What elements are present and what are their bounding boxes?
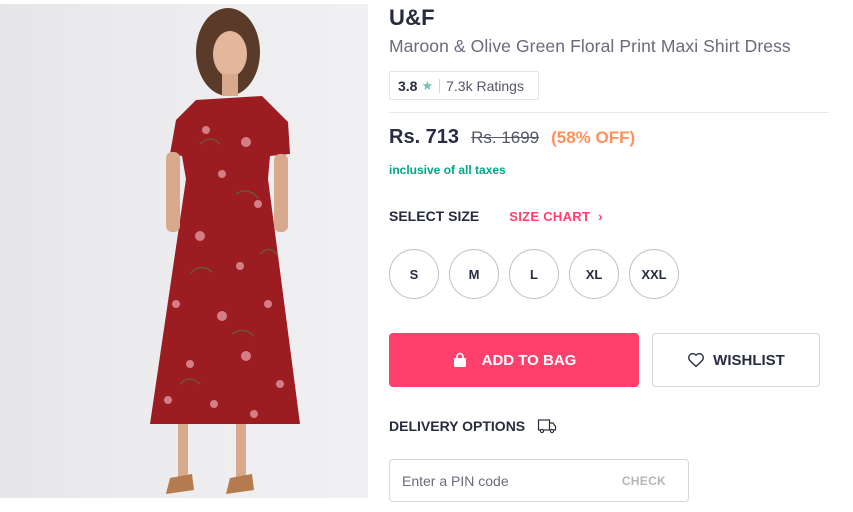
rating-divider xyxy=(439,78,441,93)
delivery-header: DELIVERY OPTIONS xyxy=(389,418,557,434)
size-option-s[interactable]: S xyxy=(389,249,439,299)
size-chart-link[interactable]: SIZE CHART › xyxy=(509,209,603,224)
discount-label: (58% OFF) xyxy=(551,128,636,147)
add-to-bag-button[interactable]: ADD TO BAG xyxy=(389,333,639,387)
check-button[interactable]: CHECK xyxy=(622,474,666,488)
product-photo xyxy=(150,8,300,494)
heart-icon xyxy=(687,352,705,368)
dress xyxy=(150,96,300,424)
delivery-options-label: DELIVERY OPTIONS xyxy=(389,418,526,434)
wishlist-button[interactable]: WISHLIST xyxy=(652,333,820,387)
selling-price: Rs. 713 xyxy=(389,126,460,148)
size-chart-label: SIZE CHART xyxy=(509,208,591,224)
size-option-xxl[interactable]: XXL xyxy=(629,249,679,299)
brand-name: U&F xyxy=(389,5,435,30)
model-neck xyxy=(222,74,238,96)
price-row: Rs. 713 Rs. 1699 (58% OFF) xyxy=(389,126,635,149)
mrp-price: Rs. 1699 xyxy=(471,128,540,147)
wishlist-label: WISHLIST xyxy=(713,351,785,369)
size-option-m[interactable]: M xyxy=(449,249,499,299)
product-title: Maroon & Olive Green Floral Print Maxi S… xyxy=(389,36,791,56)
size-option-l[interactable]: L xyxy=(509,249,559,299)
model-face xyxy=(213,31,247,77)
pin-code-box: CHECK xyxy=(389,459,689,502)
section-divider xyxy=(389,112,829,113)
shoe-right xyxy=(226,474,254,494)
rating-value: 3.8 xyxy=(398,77,418,94)
size-options: S M L XL XXL xyxy=(389,249,689,299)
select-size-label: SELECT SIZE xyxy=(389,208,480,224)
size-option-xl[interactable]: XL xyxy=(569,249,619,299)
rating-badge[interactable]: 3.8 ★ 7.3k Ratings xyxy=(389,71,539,100)
tax-note: inclusive of all taxes xyxy=(389,163,506,177)
shopping-bag-icon xyxy=(452,352,468,368)
pin-code-input[interactable] xyxy=(390,460,622,501)
rating-count: 7.3k Ratings xyxy=(446,77,524,94)
chevron-right-icon: › xyxy=(598,208,603,224)
add-to-bag-label: ADD TO BAG xyxy=(481,351,577,369)
star-icon: ★ xyxy=(421,77,434,93)
truck-icon xyxy=(537,418,557,434)
product-image[interactable] xyxy=(0,4,368,498)
shoe-left xyxy=(166,474,194,494)
size-header: SELECT SIZE SIZE CHART › xyxy=(389,208,603,224)
